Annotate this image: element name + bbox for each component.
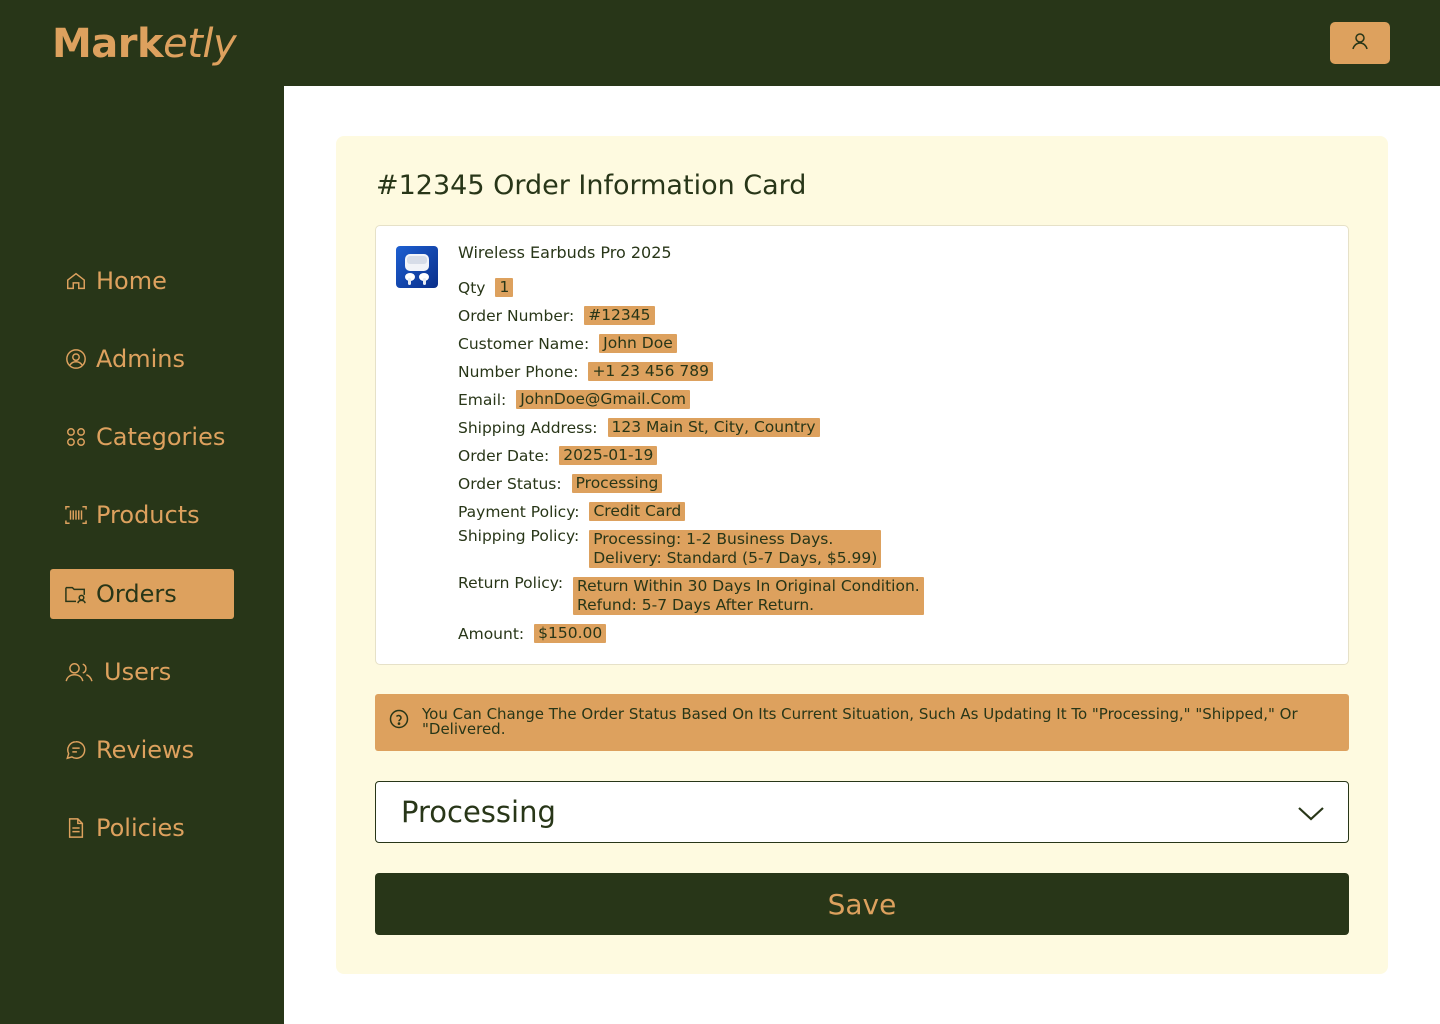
field-label: Order Number:: [458, 307, 575, 325]
field-order-date: Order Date: 2025-01-19: [458, 446, 658, 466]
field-value: JohnDoe@Gmail.Com: [516, 390, 690, 409]
sidebar-item-label: Products: [96, 501, 200, 529]
help-circle-icon: [389, 709, 409, 732]
field-label: Number Phone:: [458, 363, 579, 381]
admin-icon: [64, 347, 88, 371]
field-value: 2025-01-19: [559, 446, 658, 465]
status-hint: You Can Change The Order Status Based On…: [375, 694, 1349, 751]
chat-icon: [64, 738, 88, 762]
field-value: 123 Main St, City, Country: [607, 418, 820, 437]
product-name: Wireless Earbuds Pro 2025: [458, 243, 672, 262]
sidebar-item-label: Users: [104, 658, 172, 686]
sidebar-item-reviews[interactable]: Reviews: [50, 725, 234, 775]
field-value: Processing: [571, 474, 663, 493]
sidebar: Home Admins Categories Products Orders U…: [0, 86, 284, 1024]
field-customer-name: Customer Name: John Doe: [458, 334, 677, 354]
sidebar-item-label: Policies: [96, 814, 185, 842]
sidebar-item-label: Home: [96, 267, 167, 295]
sidebar-item-label: Reviews: [96, 736, 195, 764]
document-icon: [64, 816, 88, 840]
field-label: Order Status:: [458, 475, 562, 493]
sidebar-item-label: Categories: [96, 423, 226, 451]
field-label: Shipping Address:: [458, 419, 598, 437]
field-value: Credit Card: [589, 502, 686, 521]
sidebar-item-users[interactable]: Users: [50, 647, 234, 697]
sidebar-item-policies[interactable]: Policies: [50, 803, 234, 853]
user-icon: [1350, 31, 1370, 55]
field-qty: Qty 1: [458, 278, 514, 298]
profile-button[interactable]: [1330, 22, 1390, 64]
field-label: Payment Policy:: [458, 503, 580, 521]
field-value: +1 23 456 789: [588, 362, 713, 381]
field-value: #12345: [584, 306, 655, 325]
field-return-policy: Return Policy: Return Within 30 Days In …: [458, 573, 924, 615]
logo-accent: etly: [163, 21, 237, 67]
home-icon: [64, 269, 88, 293]
field-label: Customer Name:: [458, 335, 590, 353]
logo[interactable]: Marketly: [52, 16, 237, 72]
field-value: Return Within 30 Days In Original Condit…: [573, 577, 924, 615]
field-value: $150.00: [534, 624, 607, 643]
field-label: Qty: [458, 279, 486, 297]
folder-user-icon: [64, 582, 88, 606]
sidebar-item-home[interactable]: Home: [50, 256, 234, 306]
field-payment-policy: Payment Policy: Credit Card: [458, 502, 686, 522]
order-info-card: #12345 Order Information Card Wireless E…: [336, 136, 1388, 974]
field-value: 1: [495, 278, 514, 297]
product-image: [396, 246, 438, 288]
select-value: Processing: [401, 795, 556, 829]
order-details: Wireless Earbuds Pro 2025 Qty 1 Order Nu…: [375, 225, 1349, 665]
field-order-status: Order Status: Processing: [458, 474, 663, 494]
field-value: John Doe: [599, 334, 677, 353]
field-shipping-address: Shipping Address: 123 Main St, City, Cou…: [458, 418, 820, 438]
order-status-select[interactable]: Processing: [375, 781, 1349, 843]
field-label: Email:: [458, 391, 507, 409]
field-label: Return Policy:: [458, 574, 564, 592]
sidebar-item-admins[interactable]: Admins: [50, 334, 234, 384]
categories-icon: [64, 425, 88, 449]
sidebar-item-label: Orders: [96, 580, 177, 608]
hint-text: You Can Change The Order Status Based On…: [422, 705, 1298, 738]
field-label: Order Date:: [458, 447, 550, 465]
users-icon: [64, 660, 96, 684]
sidebar-item-label: Admins: [96, 345, 185, 373]
field-label: Amount:: [458, 625, 525, 643]
field-value: Processing: 1-2 Business Days. Delivery:…: [589, 530, 882, 568]
field-email: Email: JohnDoe@Gmail.Com: [458, 390, 690, 410]
top-bar: Marketly: [0, 0, 1440, 86]
sidebar-item-orders[interactable]: Orders: [50, 569, 234, 619]
sidebar-item-categories[interactable]: Categories: [50, 412, 234, 462]
sidebar-item-products[interactable]: Products: [50, 490, 234, 540]
field-label: Shipping Policy:: [458, 527, 580, 545]
chevron-down-icon: [1296, 799, 1326, 834]
field-shipping-policy: Shipping Policy: Processing: 1-2 Busines…: [458, 526, 882, 568]
barcode-icon: [64, 503, 88, 527]
field-order-number: Order Number: #12345: [458, 306, 655, 326]
logo-main: Mark: [52, 21, 164, 67]
save-button[interactable]: Save: [375, 873, 1349, 935]
field-phone: Number Phone: +1 23 456 789: [458, 362, 713, 382]
field-amount: Amount: $150.00: [458, 624, 607, 644]
page-title: #12345 Order Information Card: [376, 170, 807, 201]
